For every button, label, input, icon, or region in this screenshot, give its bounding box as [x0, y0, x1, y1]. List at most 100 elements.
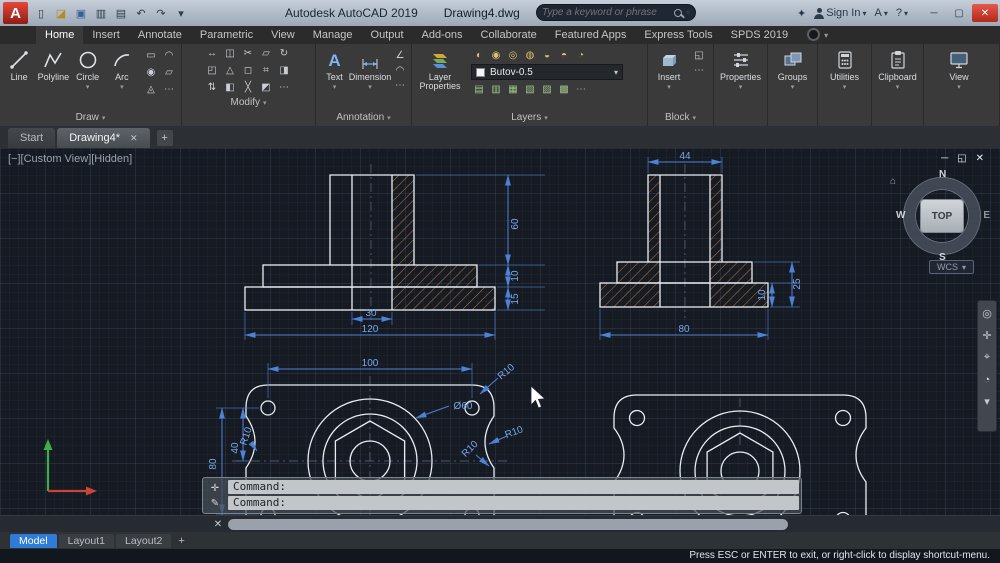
layout2-tab[interactable]: Layout2	[115, 533, 172, 548]
search-caret-icon[interactable]: ▾	[686, 8, 690, 17]
tool-icon[interactable]: ◒	[539, 48, 555, 62]
annotation-panel-label[interactable]: Annotation ▾	[316, 111, 411, 126]
modify-panel-label[interactable]: Modify ▾	[182, 96, 315, 111]
tab-spds-2019[interactable]: SPDS 2019	[722, 26, 797, 44]
dimension-caret-icon[interactable]: ▾	[368, 83, 372, 92]
tab-insert[interactable]: Insert	[83, 26, 129, 44]
viewcube-top-face[interactable]: TOP	[920, 199, 964, 233]
ribbon-options-icon[interactable]	[807, 28, 821, 41]
circle-caret-icon[interactable]: ▾	[86, 83, 90, 92]
tool-icon[interactable]: ◰	[204, 63, 220, 77]
tool-icon[interactable]: ⋯	[392, 78, 408, 92]
tool-icon[interactable]: ↷	[152, 5, 170, 22]
tab-manage[interactable]: Manage	[304, 26, 362, 44]
tool-icon[interactable]: ✕	[210, 517, 226, 531]
drawing-minimize-icon[interactable]: ─	[941, 153, 948, 164]
tool-icon[interactable]: ▯	[32, 5, 50, 22]
ribbon-minimize-caret-icon[interactable]: ▾	[824, 31, 828, 40]
tool-icon[interactable]: ▥	[92, 5, 110, 22]
tool-icon[interactable]: ◬	[143, 82, 159, 96]
layout1-tab[interactable]: Layout1	[58, 533, 114, 548]
minimize-button[interactable]: ─	[922, 4, 946, 22]
insert-tool[interactable]: Insert ▾	[651, 48, 687, 92]
tool-icon[interactable]: ◧	[222, 80, 238, 94]
tool-icon[interactable]: ▱	[258, 46, 274, 60]
arc-tool[interactable]: Arc ▾	[106, 48, 138, 92]
tool-icon[interactable]: ▱	[161, 65, 177, 79]
tool-icon[interactable]: ▨	[539, 82, 555, 96]
viewcube[interactable]: ⌂ N W S E TOP	[890, 169, 990, 263]
tab-output[interactable]: Output	[362, 26, 413, 44]
tab-express-tools[interactable]: Express Tools	[635, 26, 721, 44]
tool-icon[interactable]: ◓	[556, 48, 572, 62]
tool-icon[interactable]: ◎	[980, 307, 994, 320]
circle-tool[interactable]: Circle ▾	[72, 48, 104, 92]
tool-icon[interactable]: ⋯	[161, 82, 177, 96]
line-tool[interactable]: Line	[3, 48, 35, 82]
tool-icon[interactable]: ∠	[392, 48, 408, 62]
tool-icon[interactable]: ◠	[161, 48, 177, 62]
tool-icon[interactable]: △	[222, 63, 238, 77]
tool-icon[interactable]: ↔	[204, 46, 220, 60]
new-drawing-tab-button[interactable]: +	[156, 130, 173, 146]
navigation-bar[interactable]: ◎ ✛ ⌖ ◔ ▾	[977, 300, 997, 432]
tool-icon[interactable]: ▤	[471, 82, 487, 96]
tool-icon[interactable]: ✂	[240, 46, 256, 60]
tool-icon[interactable]: ◐	[471, 48, 487, 62]
tool-icon[interactable]: ◉	[143, 65, 159, 79]
app-store-button[interactable]: A ▾	[875, 7, 888, 19]
tool-icon[interactable]: ◔	[980, 373, 994, 386]
tool-icon[interactable]: ◪	[52, 5, 70, 22]
layer-properties-tool[interactable]: Layer Properties	[415, 48, 465, 91]
layer-dropdown[interactable]: Butov-0.5 ▾	[471, 64, 623, 80]
viewport-controls-label[interactable]: [−][Custom View][Hidden]	[8, 153, 132, 165]
tool-icon[interactable]: ◉	[488, 48, 504, 62]
model-tab[interactable]: Model	[10, 533, 57, 548]
app-logo-icon[interactable]: A	[3, 2, 28, 24]
tool-icon[interactable]: ⇅	[204, 80, 220, 94]
drawing-close-icon[interactable]: ✕	[976, 153, 984, 164]
viewcube-west[interactable]: W	[896, 210, 905, 221]
tool-icon[interactable]: ◻	[240, 63, 256, 77]
tool-icon[interactable]: ◩	[258, 80, 274, 94]
tool-icon[interactable]: ◫	[222, 46, 238, 60]
tab-collaborate[interactable]: Collaborate	[472, 26, 546, 44]
search-input[interactable]	[542, 7, 670, 18]
sign-in-button[interactable]: Sign In ▾	[814, 7, 867, 19]
layers-panel-label[interactable]: Layers ▾	[412, 111, 647, 126]
tool-icon[interactable]: ▧	[522, 82, 538, 96]
tool-icon[interactable]: ▾	[980, 395, 994, 408]
tool-icon[interactable]: ▤	[112, 5, 130, 22]
tool-icon[interactable]: ⋯	[691, 63, 707, 77]
file-tab-start[interactable]: Start	[8, 128, 56, 148]
layer-dropdown-caret-icon[interactable]: ▾	[614, 68, 618, 77]
help-button[interactable]: ? ▾	[896, 7, 908, 19]
tool-icon[interactable]: ◠	[392, 63, 408, 77]
tool-icon[interactable]: ▩	[556, 82, 572, 96]
tool-icon[interactable]: ◱	[691, 48, 707, 62]
viewcube-home-icon[interactable]: ⌂	[890, 176, 896, 187]
tool-icon[interactable]: ↶	[132, 5, 150, 22]
arc-caret-icon[interactable]: ▾	[120, 83, 124, 92]
tool-icon[interactable]: ✎	[207, 497, 223, 509]
tool-icon[interactable]: ◨	[276, 63, 292, 77]
dimension-tool[interactable]: Dimension ▾	[349, 48, 391, 92]
favorites-icon[interactable]: ✦	[797, 7, 806, 20]
insert-caret-icon[interactable]: ▾	[667, 83, 671, 92]
tool-icon[interactable]: ◍	[522, 48, 538, 62]
viewcube-north[interactable]: N	[939, 169, 946, 180]
tab-home[interactable]: Home	[36, 26, 84, 44]
tool-icon[interactable]: ╳	[240, 80, 256, 94]
search-icon[interactable]	[673, 8, 682, 17]
clipboard-button[interactable]: Clipboard ▾	[875, 48, 920, 92]
wcs-selector[interactable]: WCS ▾	[928, 260, 974, 274]
tool-icon[interactable]: ▥	[488, 82, 504, 96]
horizontal-scrollbar-thumb[interactable]	[228, 518, 788, 530]
drawing4-tab-close-icon[interactable]: ✕	[130, 133, 138, 144]
tab-featured-apps[interactable]: Featured Apps	[546, 26, 636, 44]
tool-icon[interactable]: ▦	[505, 82, 521, 96]
command-window-grip[interactable]: ✛ ✎	[205, 480, 225, 511]
command-line-window[interactable]: ✛ ✎ Command: Command:	[202, 477, 802, 514]
drawing-restore-icon[interactable]: ◱	[957, 153, 966, 164]
tool-icon[interactable]: ▾	[172, 5, 190, 22]
